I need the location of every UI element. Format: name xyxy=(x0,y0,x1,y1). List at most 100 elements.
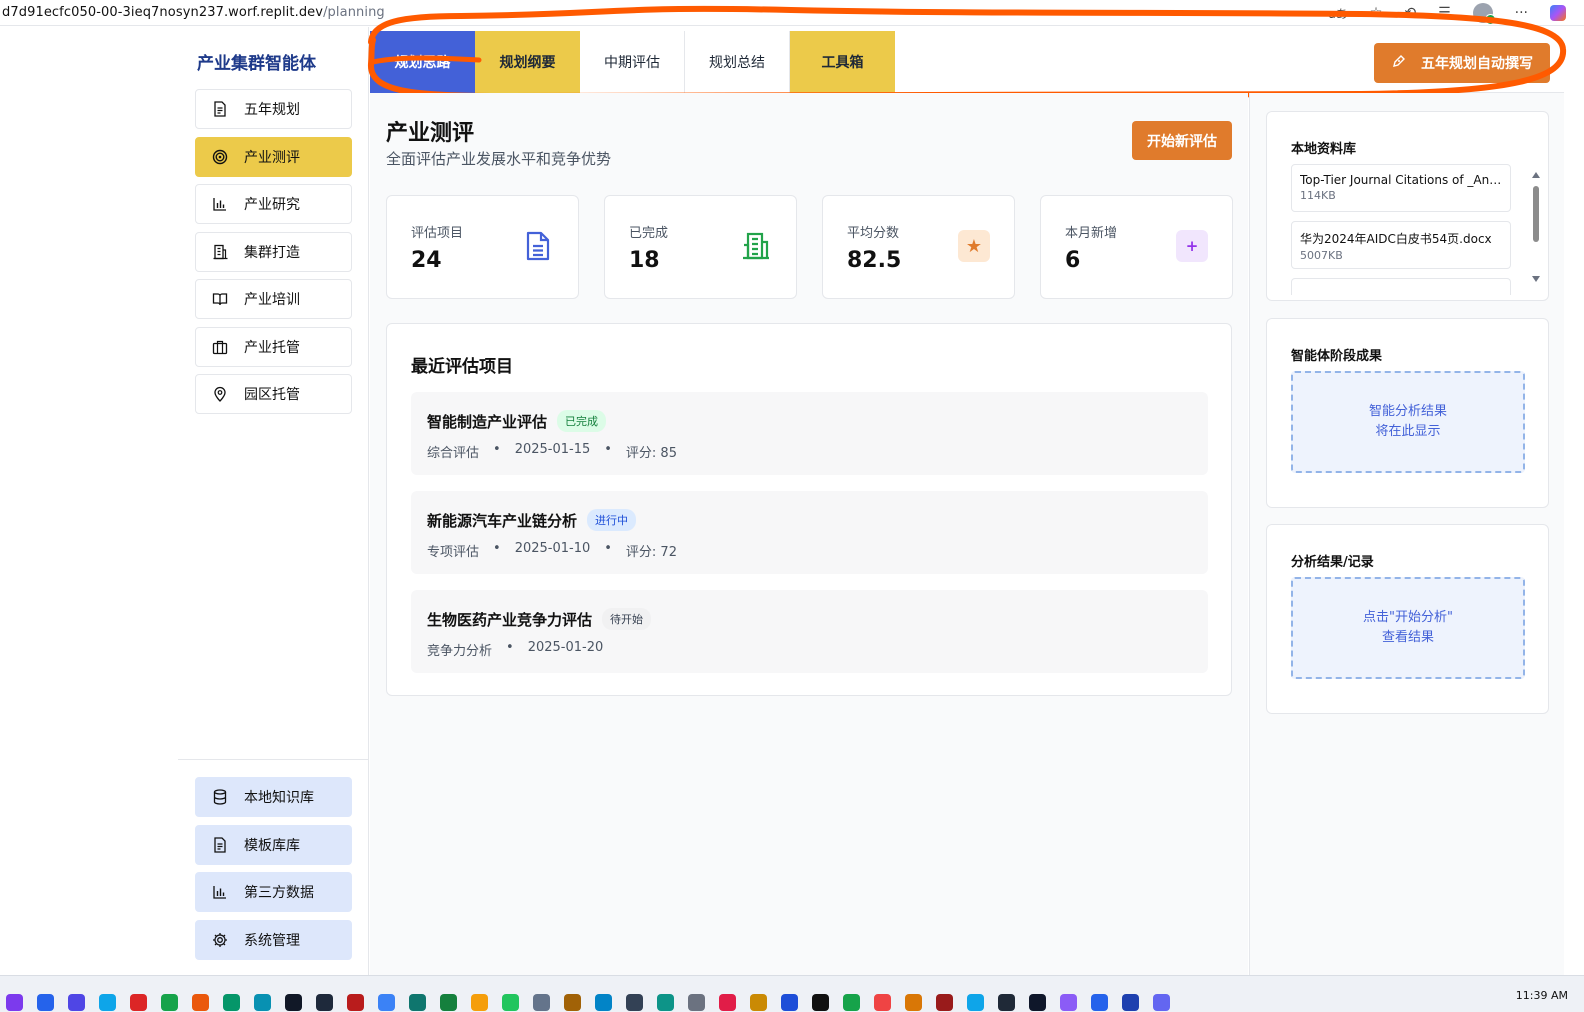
list-item[interactable]: 生物医药产业竞争力评估 待开始 竞争力分析 • 2025-01-20 xyxy=(411,590,1208,673)
sidebar-item-industry-evaluation[interactable]: 产业测评 xyxy=(195,136,352,177)
sidebar-item-third-party-data[interactable]: 第三方数据 xyxy=(195,872,352,912)
project-name: 生物医药产业竞争力评估 xyxy=(427,610,593,629)
app-icon[interactable] xyxy=(843,994,860,1011)
app-icon[interactable] xyxy=(1029,994,1046,1011)
app-icon[interactable] xyxy=(378,994,395,1011)
app-icon[interactable] xyxy=(1153,994,1170,1011)
sidebar-item-cluster-building[interactable]: 集群打造 xyxy=(195,231,352,272)
file-size: 114KB xyxy=(1300,189,1336,202)
scroll-up-arrow-icon[interactable] xyxy=(1532,172,1540,178)
tab-toolbox[interactable]: 工具箱 xyxy=(790,31,895,93)
file-name: 华为2024年AIDC白皮书54页.docx xyxy=(1300,232,1492,246)
app-icon[interactable] xyxy=(1122,994,1139,1011)
app-icon[interactable] xyxy=(936,994,953,1011)
auto-write-plan-button[interactable]: 五年规划自动撰写 xyxy=(1374,43,1550,83)
sidebar-item-label: 模板库库 xyxy=(244,837,300,854)
app-icon[interactable] xyxy=(595,994,612,1011)
sidebar-divider xyxy=(178,759,369,760)
start-new-evaluation-button[interactable]: 开始新评估 xyxy=(1132,121,1232,160)
app-icon[interactable] xyxy=(223,994,240,1011)
location-pin-icon xyxy=(212,386,228,402)
system-clock[interactable]: 11:39 AM xyxy=(1516,989,1568,1002)
sidebar-item-system-management[interactable]: 系统管理 xyxy=(195,919,352,960)
local-library-title: 本地资料库 xyxy=(1291,142,1357,157)
app-icon[interactable] xyxy=(688,994,705,1011)
analysis-records-placeholder[interactable]: 点击"开始分析" 查看结果 xyxy=(1291,577,1525,679)
extensions-icon[interactable]: ⟲ xyxy=(1404,5,1416,21)
analysis-records-title: 分析结果/记录 xyxy=(1291,555,1374,570)
app-icon[interactable] xyxy=(440,994,457,1011)
sidebar-item-industry-hosting[interactable]: 产业托管 xyxy=(195,326,352,367)
app-icon[interactable] xyxy=(130,994,147,1011)
sidebar-item-label: 产业测评 xyxy=(244,149,300,166)
tab-planning-ideas[interactable]: 规划思路 xyxy=(370,31,475,93)
browser-address-bar[interactable]: d7d91ecfc050-00-3ieq7nosyn237.worf.repli… xyxy=(0,0,1584,26)
app-icon[interactable] xyxy=(1091,994,1108,1011)
separator-dot: • xyxy=(493,541,501,556)
app-icon[interactable] xyxy=(409,994,426,1011)
url-text[interactable]: d7d91ecfc050-00-3ieq7nosyn237.worf.repli… xyxy=(0,5,385,20)
app-icon[interactable] xyxy=(533,994,550,1011)
app-icon[interactable] xyxy=(967,994,984,1011)
app-icon[interactable] xyxy=(99,994,116,1011)
app-icon[interactable] xyxy=(471,994,488,1011)
file-item[interactable]: 华为2024年AIDC白皮书54页.docx 5007KB xyxy=(1291,221,1511,269)
sidebar-item-local-knowledge-base[interactable]: 本地知识库 xyxy=(195,777,352,817)
target-icon xyxy=(212,149,228,165)
placeholder-line: 点击"开始分析" xyxy=(1363,610,1453,625)
app-icon[interactable] xyxy=(905,994,922,1011)
document-icon xyxy=(522,230,554,262)
scrollbar-thumb[interactable] xyxy=(1533,186,1539,242)
app-icon[interactable] xyxy=(626,994,643,1011)
tab-planning-outline[interactable]: 规划纲要 xyxy=(475,31,580,93)
tab-planning-summary[interactable]: 规划总结 xyxy=(685,31,790,93)
browser-toolbar: aあ ☆ ⟲ ☰ ··· xyxy=(1328,3,1566,25)
more-menu-icon[interactable]: ··· xyxy=(1515,5,1528,21)
app-icon[interactable] xyxy=(781,994,798,1011)
list-item[interactable]: 新能源汽车产业链分析 进行中 专项评估 • 2025-01-10 • 评分: 72 xyxy=(411,491,1208,574)
sidebar-item-label: 第三方数据 xyxy=(244,885,314,901)
file-item[interactable]: Top-Tier Journal Citations of _An O... 1… xyxy=(1291,164,1511,212)
stat-value: 6 xyxy=(1065,248,1081,273)
favorites-list-icon[interactable]: ☰ xyxy=(1438,5,1451,21)
app-icon[interactable] xyxy=(254,994,271,1011)
app-icon[interactable] xyxy=(161,994,178,1011)
app-icon[interactable] xyxy=(657,994,674,1011)
file-item-partial[interactable] xyxy=(1291,278,1511,295)
app-icon[interactable] xyxy=(316,994,333,1011)
sidebar-item-five-year-plan[interactable]: 五年规划 xyxy=(195,89,352,129)
stat-label: 平均分数 xyxy=(847,226,900,241)
file-list-scrollbar[interactable] xyxy=(1532,168,1540,286)
app-icon[interactable] xyxy=(750,994,767,1011)
stat-label: 评估项目 xyxy=(411,226,464,241)
sidebar-item-industry-training[interactable]: 产业培训 xyxy=(195,279,352,319)
copilot-icon[interactable] xyxy=(1550,5,1566,21)
app-icon[interactable] xyxy=(6,994,23,1011)
sidebar-item-park-hosting[interactable]: 园区托管 xyxy=(195,374,352,414)
app-icon[interactable] xyxy=(998,994,1015,1011)
app-icon[interactable] xyxy=(285,994,302,1011)
app-icon[interactable] xyxy=(1060,994,1077,1011)
url-path: /planning xyxy=(323,5,385,20)
gear-icon xyxy=(212,932,228,948)
file-size: 5007KB xyxy=(1300,249,1343,262)
app-icon[interactable] xyxy=(37,994,54,1011)
stat-label: 已完成 xyxy=(629,226,669,241)
app-icon[interactable] xyxy=(812,994,829,1011)
scroll-down-arrow-icon[interactable] xyxy=(1532,276,1540,282)
app-icon[interactable] xyxy=(347,994,364,1011)
app-icon[interactable] xyxy=(502,994,519,1011)
sidebar-item-template-library[interactable]: 模板库库 xyxy=(195,824,352,865)
favorite-star-icon[interactable]: ☆ xyxy=(1370,5,1383,21)
profile-avatar[interactable] xyxy=(1472,3,1496,25)
tab-midterm-evaluation[interactable]: 中期评估 xyxy=(580,31,685,93)
project-date: 2025-01-15 xyxy=(514,442,591,457)
read-aloud-icon[interactable]: aあ xyxy=(1328,5,1347,22)
app-icon[interactable] xyxy=(874,994,891,1011)
app-icon[interactable] xyxy=(192,994,209,1011)
list-item[interactable]: 智能制造产业评估 已完成 综合评估 • 2025-01-15 • 评分: 85 xyxy=(411,392,1208,475)
app-icon[interactable] xyxy=(68,994,85,1011)
app-icon[interactable] xyxy=(564,994,581,1011)
sidebar-item-industry-research[interactable]: 产业研究 xyxy=(195,184,352,224)
app-icon[interactable] xyxy=(719,994,736,1011)
